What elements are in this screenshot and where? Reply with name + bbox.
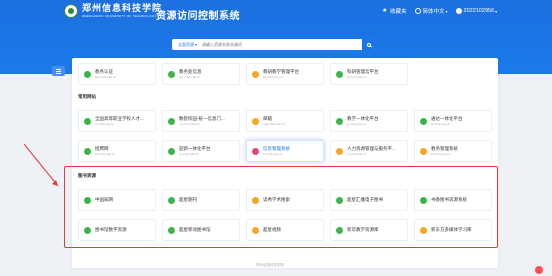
- annotation-arrow-line: [23, 143, 59, 187]
- search-button[interactable]: [362, 39, 376, 50]
- search-bar: 全部资源 ▾: [172, 39, 376, 50]
- resource-card[interactable]: 邮箱 mail.zzuit.edu.cn: [246, 110, 324, 132]
- chevron-down-icon: ▾: [495, 8, 498, 14]
- chevron-down-icon: ▾: [445, 8, 448, 14]
- annotation-arrow-head: [52, 180, 58, 186]
- orange-circle-icon: [420, 147, 427, 155]
- resource-card-active[interactable]: 信息管理系统 xx.zzuit.edu.cn: [246, 140, 324, 162]
- language-selector[interactable]: 简体中文 ▾: [414, 7, 448, 15]
- green-circle-icon: [84, 117, 91, 125]
- search-input[interactable]: [202, 40, 352, 49]
- resource-card[interactable]: 全国高等职业学校人才... rc.zzuit.edu.cn: [78, 110, 156, 132]
- star-icon: ★: [382, 8, 388, 14]
- green-circle-icon: [336, 70, 343, 78]
- green-circle-icon: [420, 117, 427, 125]
- pink-circle-icon: [252, 147, 259, 155]
- green-circle-icon: [168, 147, 175, 155]
- resource-grid-common: 全国高等职业学校人才... rc.zzuit.edu.cn 数智校园-统一信息门.…: [78, 110, 492, 162]
- green-circle-icon: [168, 117, 175, 125]
- logo-name-en: ZHENGZHOU UNIVERSITY OF TECHNOLOGY: [82, 14, 157, 18]
- resource-grid-top: 教务认证 jwc.zzuit.edu.cn 教务处信息 jwc.zzuit.edu.…: [78, 63, 492, 85]
- resource-card[interactable]: 教务认证 jwc.zzuit.edu.cn: [78, 63, 156, 85]
- chevron-down-icon: ▾: [195, 42, 198, 47]
- resource-card[interactable]: 人力资源管理与服务平... rs.zzuit.edu.cn: [330, 140, 408, 162]
- section-title-common-sites: 常用网站: [78, 94, 96, 99]
- resource-card[interactable]: 教学一体化平台 jx.zzuit.edu.cn: [330, 110, 408, 132]
- green-circle-icon: [336, 117, 343, 125]
- user-icon: [455, 8, 462, 14]
- highlight-box: [64, 166, 498, 248]
- resource-card[interactable]: 通达一体化平台 td.zzuit.edu.cn: [414, 110, 492, 132]
- user-menu[interactable]: 2022102956 ▾: [455, 8, 498, 14]
- logo[interactable]: 郑州信息科技学院 ZHENGZHOU UNIVERSITY OF TECHNOL…: [64, 4, 162, 18]
- resource-card[interactable]: 教务管理系统 jw.zzuit.edu.cn: [414, 140, 492, 162]
- menu-toggle-button[interactable]: [52, 66, 65, 76]
- favorites-link[interactable]: ★ 收藏夹: [382, 7, 407, 15]
- resource-card[interactable]: 教务处信息 jwc.zzuit.edu.cn: [162, 63, 240, 85]
- page-title: 资源访问控制系统: [156, 11, 240, 22]
- resource-card[interactable]: 科研管理云平台 ky.zzuit.edu.cn: [330, 63, 408, 85]
- orange-circle-icon: [252, 117, 259, 125]
- green-circle-icon: [84, 70, 91, 78]
- orange-circle-icon: [336, 147, 343, 155]
- school-seal-icon: [64, 4, 78, 18]
- resource-card[interactable]: 招聘网 zp.zzuit.edu.cn: [78, 140, 156, 162]
- search-category-select[interactable]: 全部资源 ▾: [172, 42, 202, 48]
- resource-card[interactable]: 数智校园-统一信息门... my.zzuit.edu.cn: [162, 110, 240, 132]
- green-circle-icon: [84, 147, 91, 155]
- resource-card[interactable]: 迎新一体化平台 yx.zzuit.edu.cn: [162, 140, 240, 162]
- resource-card[interactable]: 教研教学管理平台 jw.zzuit.edu.cn: [246, 63, 324, 85]
- header-actions: ★ 收藏夹 简体中文 ▾ 2022102956 ▾: [382, 7, 505, 15]
- logo-name-cn: 郑州信息科技学院: [82, 4, 163, 14]
- search-icon: [367, 42, 371, 47]
- orange-circle-icon: [252, 70, 259, 78]
- feedback-badge-icon[interactable]: [535, 266, 543, 274]
- footer-text: 郑州信息科技学院: [256, 263, 284, 267]
- green-circle-icon: [168, 70, 175, 78]
- globe-icon: [414, 8, 421, 14]
